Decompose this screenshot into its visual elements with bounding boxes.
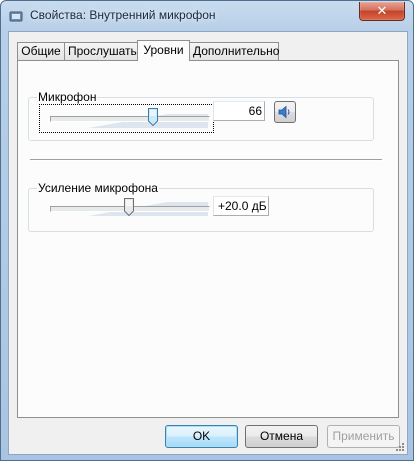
levels-panel: Микрофон 66 Усиление микрофона +20.0 дБ [17, 60, 399, 418]
dialog-client-area: Общие Прослушать Уровни Дополнительно Ми… [8, 31, 408, 455]
microphone-label: Микрофон [37, 90, 98, 104]
microphone-app-icon [9, 11, 23, 22]
apply-button[interactable]: Применить [327, 425, 400, 448]
title-bar[interactable]: Свойства: Внутренний микрофон ✕ [1, 1, 413, 31]
microphone-mute-button[interactable] [274, 101, 296, 123]
speaker-icon [278, 105, 290, 119]
tab-levels[interactable]: Уровни [137, 40, 190, 61]
microphone-level-field[interactable]: 66 [213, 101, 265, 121]
resize-grip-icon[interactable] [394, 441, 405, 452]
boost-level-value: +20.0 дБ [218, 199, 267, 213]
separator [30, 159, 382, 161]
boost-level-field[interactable]: +20.0 дБ [213, 196, 269, 216]
microphone-boost-label: Усиление микрофона [37, 181, 159, 195]
window-title: Свойства: Внутренний микрофон [30, 8, 216, 22]
tab-general[interactable]: Общие [17, 42, 65, 60]
microphone-slider-track [50, 116, 210, 122]
cancel-button[interactable]: Отмена [245, 425, 318, 448]
microphone-slider-thumb[interactable] [147, 108, 158, 126]
tab-advanced[interactable]: Дополнительно [189, 42, 279, 60]
ok-button[interactable]: OK [165, 425, 238, 448]
boost-slider-thumb[interactable] [124, 198, 134, 216]
tab-listen[interactable]: Прослушать [64, 42, 138, 60]
close-icon: ✕ [376, 3, 388, 18]
microphone-level-value: 66 [248, 104, 262, 118]
properties-window: Свойства: Внутренний микрофон ✕ Общие Пр… [0, 0, 414, 461]
close-button[interactable]: ✕ [359, 2, 405, 21]
